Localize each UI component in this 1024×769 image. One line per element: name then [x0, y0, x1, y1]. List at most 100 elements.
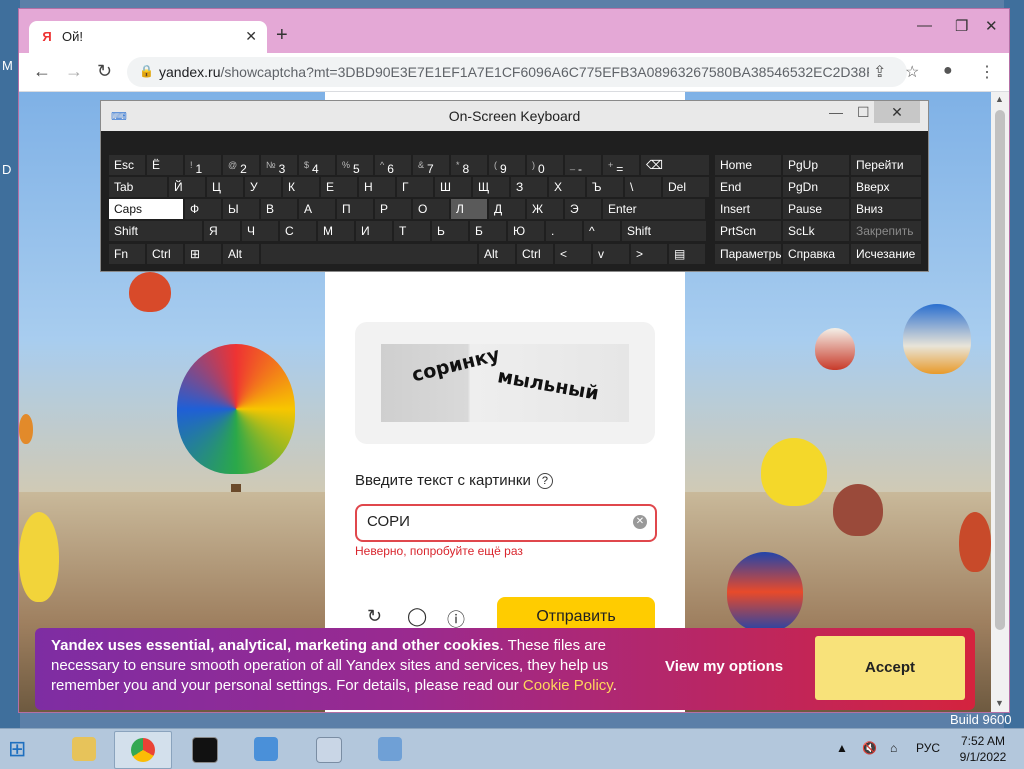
osk-key[interactable]: Alt: [223, 244, 259, 264]
osk-key[interactable]: Ь: [432, 221, 468, 241]
osk-key[interactable]: >: [631, 244, 667, 264]
osk-key[interactable]: Е: [321, 177, 357, 197]
osk-nav-key[interactable]: PgUp: [783, 155, 849, 175]
osk-key[interactable]: Ctrl: [147, 244, 183, 264]
osk-key[interactable]: Del: [663, 177, 709, 197]
osk-nav-key[interactable]: Pause: [783, 199, 849, 219]
accept-cookies-button[interactable]: Accept: [815, 636, 965, 700]
scroll-down-icon[interactable]: ▼: [995, 698, 1004, 708]
profile-icon[interactable]: ●: [943, 62, 953, 80]
osk-key[interactable]: * 8: [451, 155, 487, 175]
osk-key[interactable]: У: [245, 177, 281, 197]
network-icon[interactable]: ⌂: [890, 741, 897, 755]
osk-key[interactable]: ⊞: [185, 244, 221, 264]
osk-maximize-icon[interactable]: ☐: [857, 104, 870, 121]
osk-key[interactable]: С: [280, 221, 316, 241]
minimize-icon[interactable]: —: [917, 17, 932, 34]
osk-key[interactable]: Т: [394, 221, 430, 241]
osk-key[interactable]: Shift: [109, 221, 202, 241]
input-language[interactable]: РУС: [916, 741, 940, 755]
osk-key[interactable]: Б: [470, 221, 506, 241]
window-close-icon[interactable]: ✕: [985, 17, 998, 35]
osk-titlebar[interactable]: ⌨ On-Screen Keyboard — ☐ ✕: [101, 101, 928, 131]
osk-key[interactable]: Ю: [508, 221, 544, 241]
osk-key[interactable]: Caps: [109, 199, 183, 219]
new-tab-icon[interactable]: +: [276, 24, 288, 47]
help-icon[interactable]: ?: [536, 473, 553, 490]
osk-nav-key[interactable]: ScLk: [783, 221, 849, 241]
osk-key[interactable]: Й: [169, 177, 205, 197]
reload-icon[interactable]: ↻: [97, 61, 112, 82]
forward-icon[interactable]: →: [65, 61, 83, 82]
bookmark-star-icon[interactable]: ☆: [905, 62, 919, 82]
osk-key[interactable]: Ц: [207, 177, 243, 197]
osk-nav-key[interactable]: Параметры: [715, 244, 781, 264]
address-bar[interactable]: 🔒 yandex.ru/showcaptcha?mt=3DBD90E3E7E1E…: [127, 57, 907, 87]
osk-key[interactable]: + =: [603, 155, 639, 175]
refresh-captcha-icon[interactable]: ↻: [367, 606, 382, 627]
osk-key[interactable]: $4: [299, 155, 335, 175]
osk-key[interactable]: Г: [397, 177, 433, 197]
osk-key[interactable]: О: [413, 199, 449, 219]
osk-key[interactable]: Л: [451, 199, 487, 219]
osk-key[interactable]: ) 0: [527, 155, 563, 175]
scroll-up-icon[interactable]: ▲: [995, 94, 1004, 104]
osk-nav-key[interactable]: Справка: [783, 244, 849, 264]
taskbar-explorer[interactable]: [56, 731, 112, 767]
tray-arrow-icon[interactable]: ▲: [836, 741, 848, 755]
osk-key[interactable]: И: [356, 221, 392, 241]
volume-muted-icon[interactable]: 🔇: [862, 741, 877, 755]
back-icon[interactable]: ←: [33, 61, 51, 82]
osk-key[interactable]: Alt: [479, 244, 515, 264]
osk-key[interactable]: Ctrl: [517, 244, 553, 264]
taskbar-app[interactable]: [300, 731, 356, 767]
page-scrollbar[interactable]: ▲ ▼: [991, 92, 1009, 712]
osk-nav-key[interactable]: Перейти: [851, 155, 921, 175]
osk-key[interactable]: Э: [565, 199, 601, 219]
osk-key[interactable]: ▤: [669, 244, 705, 264]
osk-key[interactable]: П: [337, 199, 373, 219]
osk-key[interactable]: Enter: [603, 199, 705, 219]
osk-key[interactable]: & 7: [413, 155, 449, 175]
scroll-thumb[interactable]: [995, 110, 1005, 630]
osk-key[interactable]: [261, 244, 477, 264]
osk-nav-key[interactable]: Insert: [715, 199, 781, 219]
osk-minimize-icon[interactable]: —: [829, 104, 843, 120]
osk-nav-key[interactable]: Вверх: [851, 177, 921, 197]
captcha-answer-field[interactable]: ✕: [355, 504, 657, 542]
osk-key[interactable]: ^: [584, 221, 620, 241]
system-clock[interactable]: 7:52 AM 9/1/2022: [952, 733, 1014, 765]
taskbar-control-panel[interactable]: [238, 731, 294, 767]
osk-key[interactable]: .: [546, 221, 582, 241]
share-icon[interactable]: ⇪: [873, 62, 886, 82]
osk-key[interactable]: \: [625, 177, 661, 197]
taskbar-osk[interactable]: [362, 731, 418, 767]
osk-key[interactable]: Ч: [242, 221, 278, 241]
osk-key[interactable]: М: [318, 221, 354, 241]
osk-key[interactable]: @2: [223, 155, 259, 175]
osk-key[interactable]: (9: [489, 155, 525, 175]
osk-nav-key[interactable]: Вниз: [851, 199, 921, 219]
osk-nav-key[interactable]: Исчезание: [851, 244, 921, 264]
osk-nav-key[interactable]: End: [715, 177, 781, 197]
audio-captcha-icon[interactable]: ◯: [407, 606, 427, 627]
tab-close-icon[interactable]: ✕: [245, 28, 257, 45]
view-options-button[interactable]: View my options: [665, 658, 783, 675]
osk-key[interactable]: Щ: [473, 177, 509, 197]
osk-key[interactable]: Я: [204, 221, 240, 241]
tab-active[interactable]: Я Ой! ✕: [29, 21, 267, 53]
osk-key[interactable]: ⌫: [641, 155, 709, 175]
osk-key[interactable]: К: [283, 177, 319, 197]
osk-nav-key[interactable]: Home: [715, 155, 781, 175]
osk-key[interactable]: Д: [489, 199, 525, 219]
start-button-icon[interactable]: ⊞: [8, 736, 26, 762]
clear-input-icon[interactable]: ✕: [633, 515, 647, 529]
osk-key[interactable]: Н: [359, 177, 395, 197]
osk-key[interactable]: Ф: [185, 199, 221, 219]
osk-key[interactable]: Ш: [435, 177, 471, 197]
osk-close-icon[interactable]: ✕: [874, 101, 920, 123]
osk-nav-key[interactable]: PgDn: [783, 177, 849, 197]
osk-key[interactable]: Shift: [622, 221, 706, 241]
osk-nav-key[interactable]: PrtScn: [715, 221, 781, 241]
osk-key[interactable]: <: [555, 244, 591, 264]
